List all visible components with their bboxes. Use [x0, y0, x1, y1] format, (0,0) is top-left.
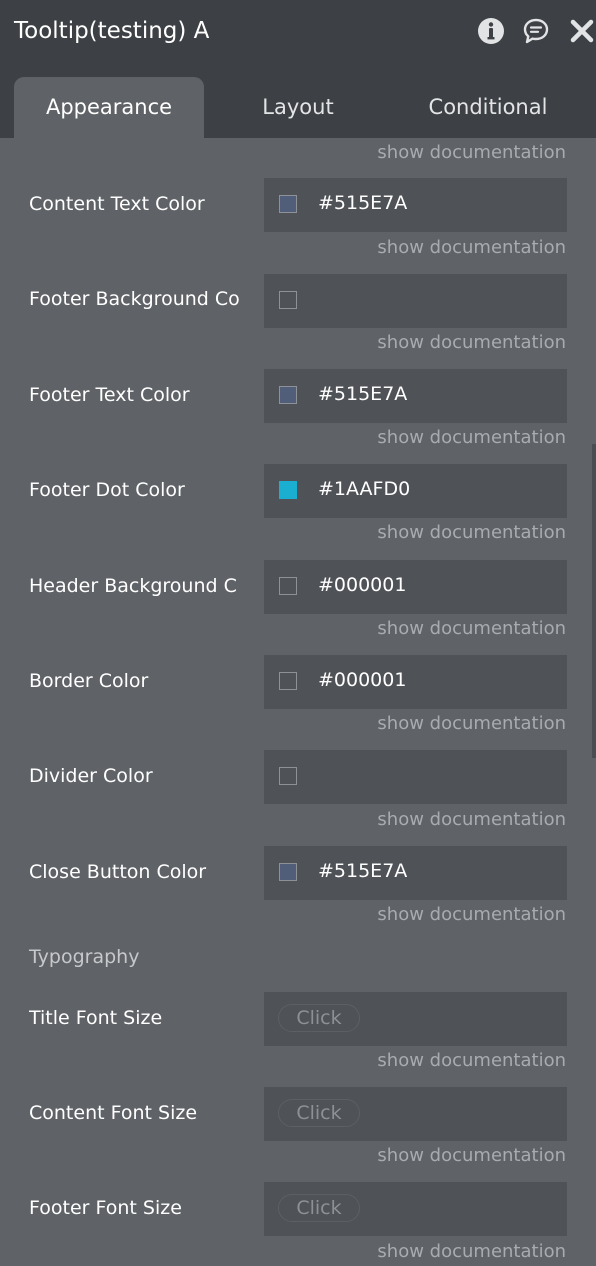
border-color-field[interactable]: #000001 — [264, 655, 567, 709]
comment-icon[interactable] — [522, 17, 550, 45]
footer-font-size-field[interactable]: Click — [264, 1182, 567, 1236]
footer-background-color-field[interactable] — [264, 274, 567, 328]
show-documentation-link[interactable]: show documentation — [377, 904, 566, 925]
show-documentation-link[interactable]: show documentation — [377, 332, 566, 353]
show-documentation-link[interactable]: show documentation — [377, 1241, 566, 1262]
show-documentation-link[interactable]: show documentation — [377, 1050, 566, 1071]
content-text-color-field[interactable]: #515E7A — [264, 178, 567, 232]
color-swatch[interactable] — [279, 386, 297, 404]
tab-layout[interactable]: Layout — [210, 77, 386, 138]
footer-text-color-label: Footer Text Color — [29, 384, 190, 406]
footer-dot-color-field[interactable]: #1AAFD0 — [264, 464, 567, 518]
show-documentation-link[interactable]: show documentation — [377, 809, 566, 830]
header-background-color-label: Header Background C — [29, 575, 237, 597]
divider-color-field[interactable] — [264, 750, 567, 804]
tab-conditional[interactable]: Conditional — [392, 77, 584, 138]
tab-appearance[interactable]: Appearance — [14, 77, 204, 138]
footer-font-size-label: Footer Font Size — [29, 1197, 182, 1219]
content-font-size-field[interactable]: Click — [264, 1087, 567, 1141]
scrollbar-thumb[interactable] — [592, 444, 596, 758]
show-documentation-link[interactable]: show documentation — [377, 237, 566, 258]
color-swatch[interactable] — [279, 291, 297, 309]
click-placeholder[interactable]: Click — [278, 1099, 360, 1127]
tab-bar: Appearance Layout Conditional — [0, 64, 596, 138]
color-swatch[interactable] — [279, 577, 297, 595]
close-icon[interactable] — [568, 17, 596, 45]
info-icon[interactable] — [477, 17, 505, 45]
close-button-color-label: Close Button Color — [29, 861, 207, 883]
show-documentation-link[interactable]: show documentation — [377, 522, 566, 543]
show-documentation-link[interactable]: show documentation — [377, 1145, 566, 1166]
color-value: #1AAFD0 — [318, 478, 411, 500]
click-placeholder[interactable]: Click — [278, 1194, 360, 1222]
color-value: #000001 — [318, 574, 407, 596]
show-documentation-link[interactable]: show documentation — [377, 142, 566, 163]
property-editor-header: Tooltip(testing) A — [0, 0, 596, 64]
color-value: #000001 — [318, 669, 407, 691]
title-font-size-field[interactable]: Click — [264, 992, 567, 1046]
appearance-panel: show documentation Content Text Color #5… — [0, 138, 596, 1266]
footer-text-color-field[interactable]: #515E7A — [264, 369, 567, 423]
color-swatch[interactable] — [279, 672, 297, 690]
color-swatch[interactable] — [279, 195, 297, 213]
color-value: #515E7A — [318, 192, 408, 214]
title-font-size-label: Title Font Size — [29, 1007, 163, 1029]
typography-section-title: Typography — [29, 946, 140, 968]
divider-color-label: Divider Color — [29, 765, 153, 787]
header-background-color-field[interactable]: #000001 — [264, 560, 567, 614]
close-button-color-field[interactable]: #515E7A — [264, 846, 567, 900]
color-value: #515E7A — [318, 860, 408, 882]
show-documentation-link[interactable]: show documentation — [377, 713, 566, 734]
content-text-color-label: Content Text Color — [29, 193, 205, 215]
footer-dot-color-label: Footer Dot Color — [29, 479, 185, 501]
element-title[interactable]: Tooltip(testing) A — [14, 18, 209, 44]
color-swatch[interactable] — [279, 863, 297, 881]
click-placeholder[interactable]: Click — [278, 1004, 360, 1032]
color-value: #515E7A — [318, 383, 408, 405]
show-documentation-link[interactable]: show documentation — [377, 618, 566, 639]
color-swatch[interactable] — [279, 481, 297, 499]
show-documentation-link[interactable]: show documentation — [377, 427, 566, 448]
footer-background-color-label: Footer Background Co — [29, 288, 240, 310]
border-color-label: Border Color — [29, 670, 149, 692]
color-swatch[interactable] — [279, 767, 297, 785]
content-font-size-label: Content Font Size — [29, 1102, 198, 1124]
